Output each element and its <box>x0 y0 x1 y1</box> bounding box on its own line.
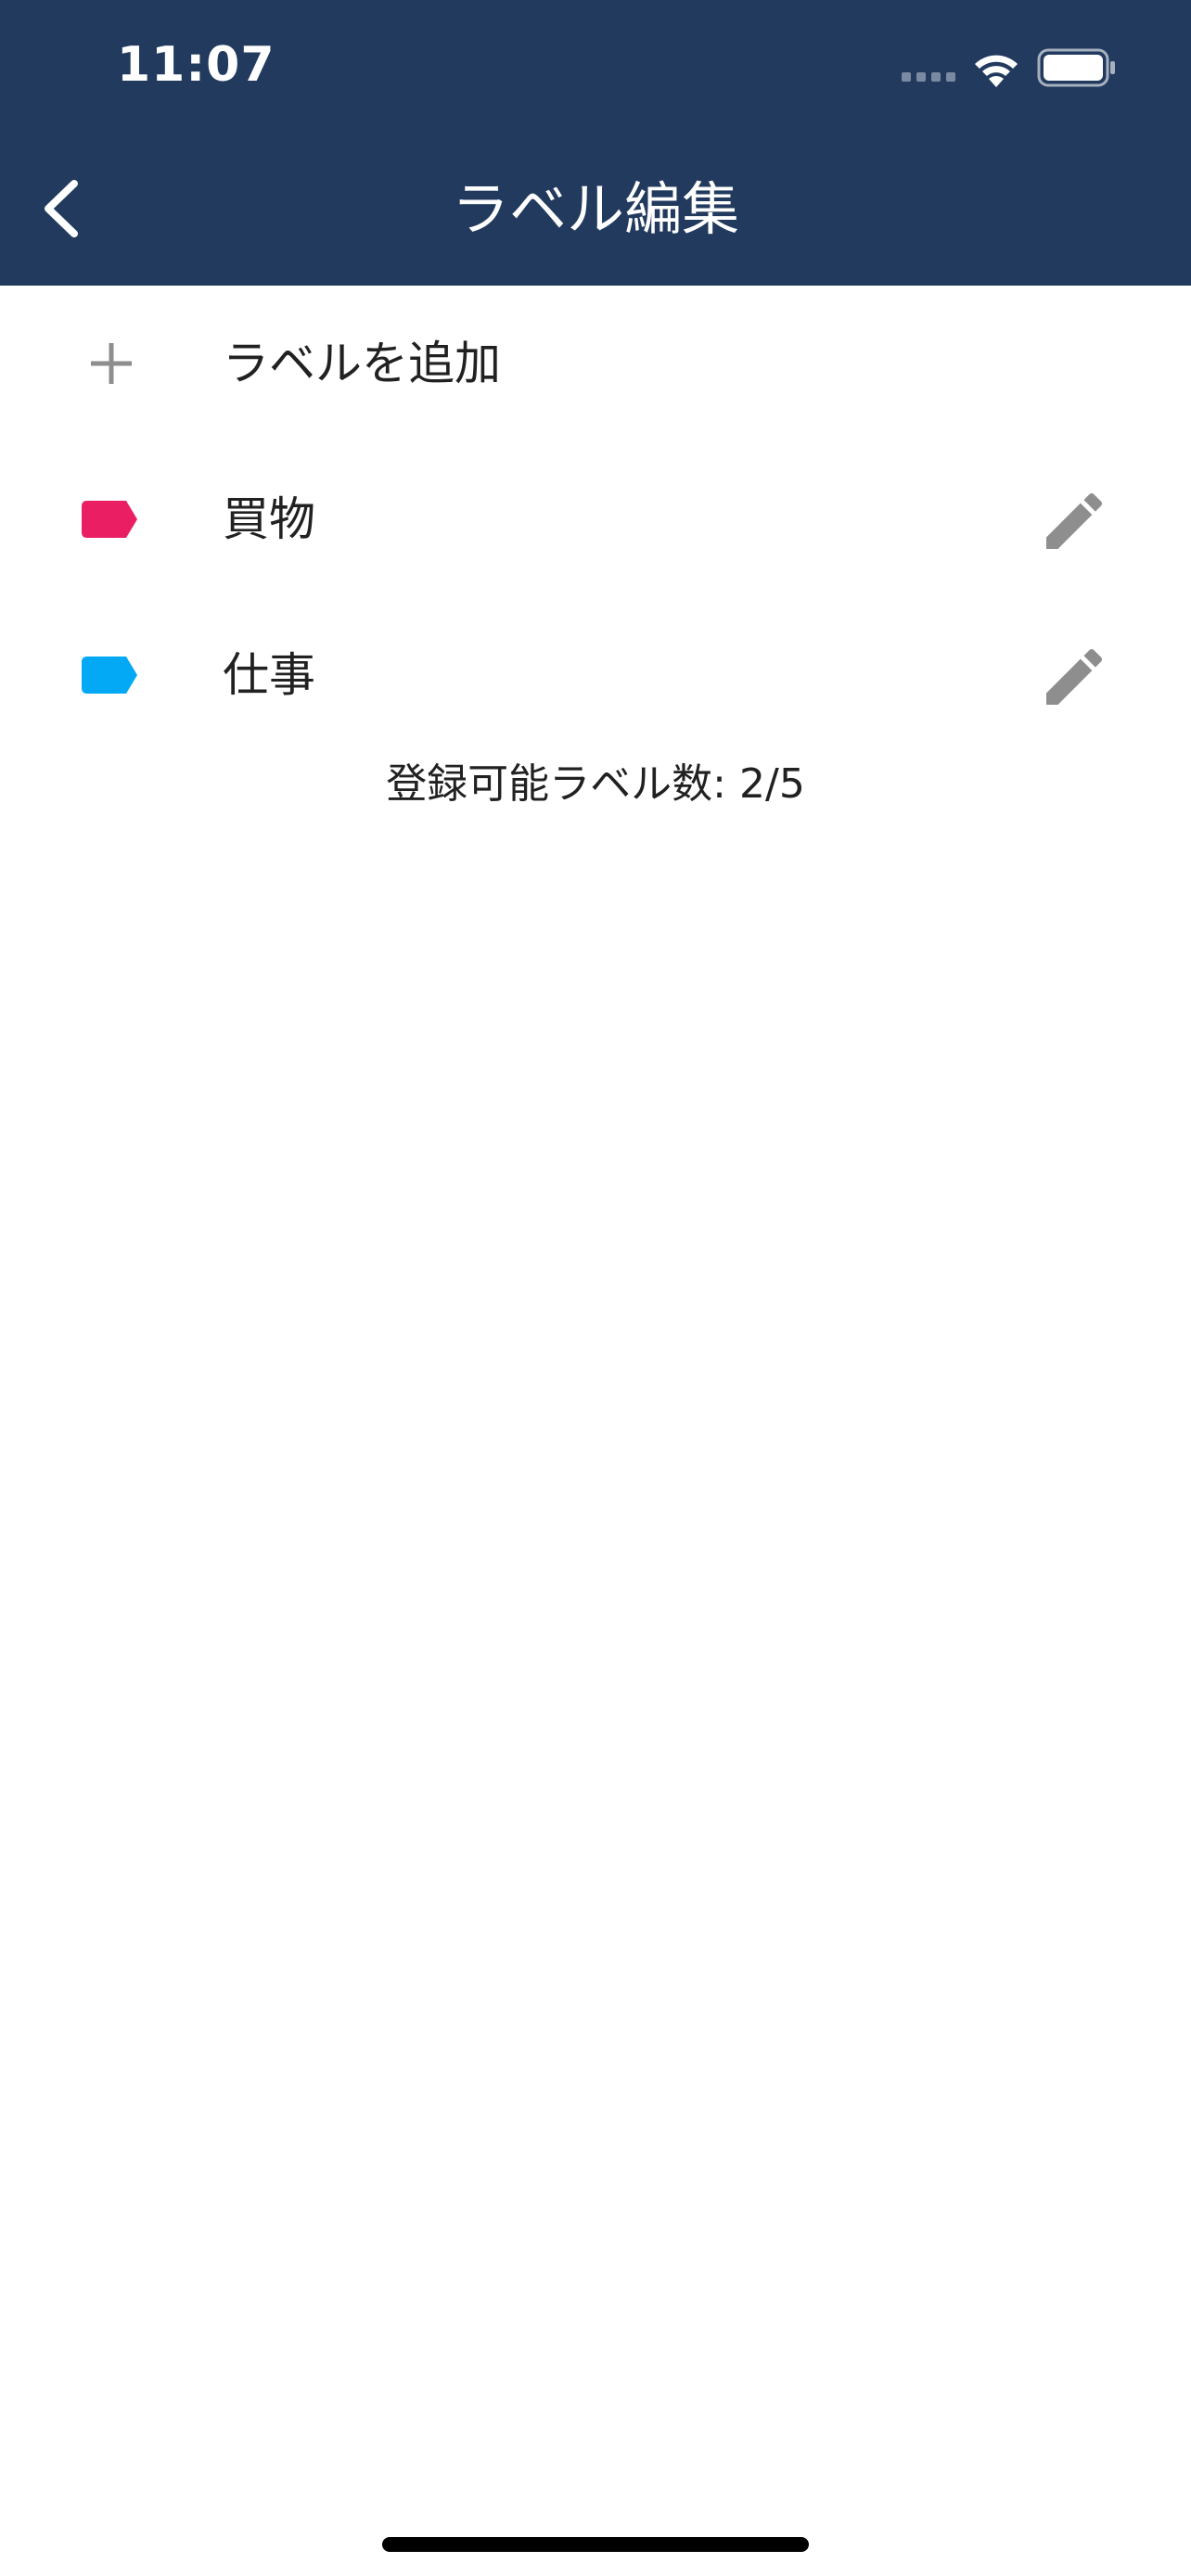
label-row-work[interactable]: 仕事 <box>0 597 1191 753</box>
page-title: ラベル編集 <box>451 175 739 243</box>
label-edit-screen: 11:07 ラベル編集 ラベルを追加 買物 仕事 登録可能ラベル数: 2/5 <box>0 0 1191 2576</box>
label-tag-icon <box>82 657 137 694</box>
pencil-icon <box>1046 648 1103 705</box>
label-row-shopping[interactable]: 買物 <box>0 441 1191 597</box>
header-bar: 11:07 ラベル編集 <box>0 0 1191 286</box>
label-count-text: 登録可能ラベル数: 2/5 <box>386 760 805 808</box>
pencil-icon <box>1046 492 1103 549</box>
label-name: 買物 <box>223 492 315 546</box>
wifi-icon <box>975 55 1018 87</box>
edit-label-button[interactable] <box>1037 484 1111 558</box>
add-label-text: ラベルを追加 <box>223 337 501 390</box>
status-time: 11:07 <box>117 37 275 93</box>
label-tag-icon <box>82 501 137 538</box>
home-indicator <box>382 2537 809 2552</box>
plus-icon <box>91 343 132 384</box>
label-name: 仕事 <box>223 648 315 702</box>
battery-icon <box>1037 48 1115 87</box>
add-label-row[interactable]: ラベルを追加 <box>0 286 1191 441</box>
edit-label-button[interactable] <box>1037 640 1111 714</box>
cellular-signal-icon <box>902 72 955 82</box>
